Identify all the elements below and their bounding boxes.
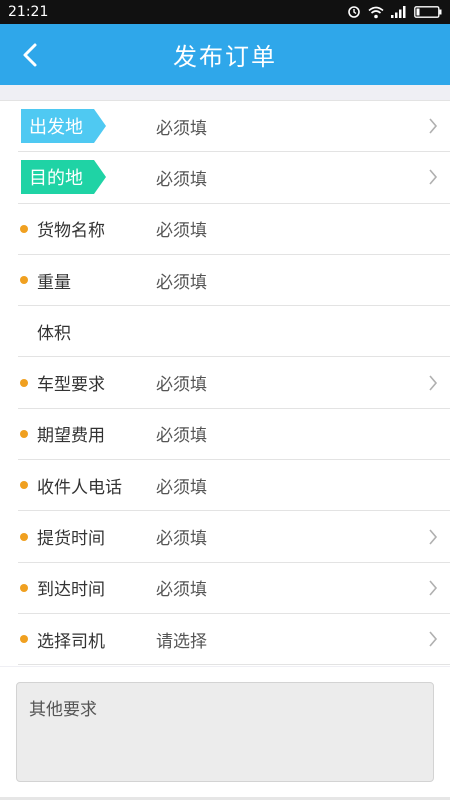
required-dot [20,429,28,438]
chevron-left-icon [23,43,37,67]
required-dot [20,635,28,644]
order-form: 出发地 必须填 目的地 必须填 货物名称 必须填 重量 必须填 体积 车型要求 … [0,100,450,666]
destination-row[interactable]: 目的地 必须填 [18,152,450,204]
destination-label-wrap: 目的地 [18,152,156,202]
vehicle-type-row[interactable]: 车型要求 必须填 [18,357,450,409]
required-dot [20,276,28,285]
expected-fee-row[interactable]: 期望费用 必须填 [18,409,450,461]
origin-value: 必须填 [156,118,207,139]
chevron-right-icon [429,631,438,647]
origin-row[interactable]: 出发地 必须填 [18,101,450,153]
signal-icon [391,6,406,18]
required-dot [20,224,28,233]
battery-icon [414,6,442,18]
pickup-time-row[interactable]: 提货时间 必须填 [18,511,450,563]
chevron-right-icon [429,580,438,596]
status-icons [347,5,442,19]
arrival-time-row[interactable]: 到达时间 必须填 [18,563,450,614]
other-requirements-textarea[interactable]: 其他要求 [16,682,434,782]
required-dot [20,481,28,490]
vehicle-type-value: 必须填 [156,375,207,396]
arrival-time-value: 必须填 [156,580,207,601]
recipient-phone-value: 必须填 [156,477,207,498]
cargo-name-value: 必须填 [156,221,207,242]
page-title: 发布订单 [173,43,277,71]
status-time: 21:21 [8,4,49,20]
select-driver-label: 选择司机 [37,631,105,652]
weight-value: 必须填 [156,272,207,293]
destination-tag: 目的地 [21,160,106,195]
alarm-icon [348,6,360,18]
arrival-time-label: 到达时间 [37,580,105,601]
recipient-phone-row[interactable]: 收件人电话 必须填 [18,460,450,512]
chevron-right-icon [429,375,438,391]
pickup-time-label: 提货时间 [37,529,105,550]
vehicle-type-label: 车型要求 [37,375,105,396]
origin-tag: 出发地 [21,109,106,144]
pickup-time-value: 必须填 [156,529,207,550]
volume-row[interactable]: 体积 [18,306,450,358]
recipient-phone-label: 收件人电话 [37,477,122,498]
app-header: 发布订单 [0,24,450,85]
select-driver-row[interactable]: 选择司机 请选择 [18,614,450,666]
top-spacer [0,85,450,100]
back-button[interactable] [12,37,48,73]
expected-fee-label: 期望费用 [37,426,105,447]
required-dot [20,532,28,541]
weight-row[interactable]: 重量 必须填 [18,255,450,307]
chevron-right-icon [429,528,438,545]
volume-label: 体积 [37,323,71,344]
select-driver-value: 请选择 [156,631,207,652]
wifi-icon [368,6,384,18]
weight-label: 重量 [37,272,71,293]
required-dot [20,583,28,592]
cargo-name-row[interactable]: 货物名称 必须填 [18,204,450,255]
expected-fee-value: 必须填 [156,426,207,447]
origin-label-wrap: 出发地 [18,101,156,151]
required-dot [20,378,28,387]
chevron-right-icon [429,118,438,134]
status-bar: 21:21 [0,0,450,24]
chevron-right-icon [429,169,438,185]
cargo-name-label: 货物名称 [37,221,105,242]
destination-value: 必须填 [156,169,207,190]
